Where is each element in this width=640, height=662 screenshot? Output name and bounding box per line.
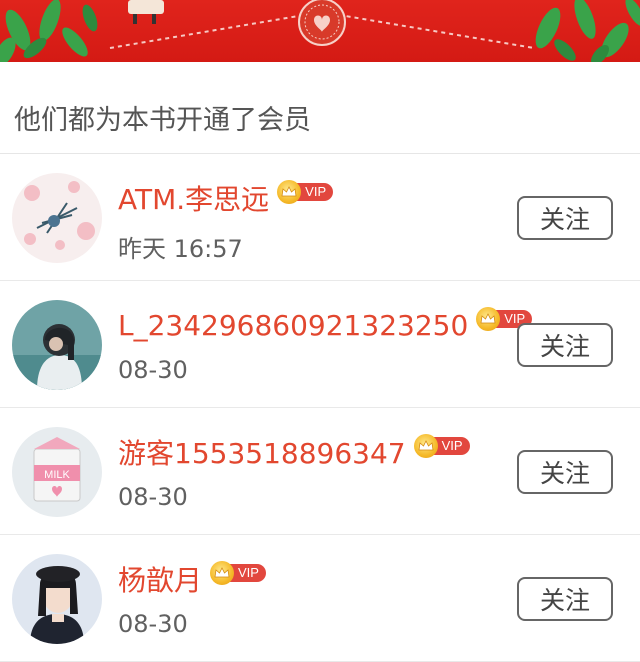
section-title: 他们都为本书开通了会员 (0, 62, 640, 154)
member-name[interactable]: ATM.李思远 (118, 178, 269, 218)
crown-icon (413, 434, 438, 458)
vip-badge: VIP (277, 180, 334, 204)
name-line: 游客1553518896347 VIP (118, 432, 470, 472)
avatar-image-milk-carton: MILK (12, 427, 102, 517)
member-date: 08-30 (118, 356, 188, 384)
avatar-image-blossom (12, 173, 102, 263)
avatar[interactable]: MILK (12, 427, 102, 517)
name-line: ATM.李思远 VIP (118, 178, 334, 218)
avatar-image-girl-beret (12, 554, 102, 644)
follow-button[interactable]: 关注 (517, 323, 613, 367)
crown-icon (277, 180, 302, 204)
member-name[interactable]: 游客1553518896347 (118, 432, 406, 472)
member-name[interactable]: L_234296860921323250 (118, 309, 468, 342)
follow-button[interactable]: 关注 (517, 196, 613, 240)
list-item[interactable]: MILK 游客1553518896347 VIP 08-30 关注 (0, 408, 640, 535)
member-name[interactable]: 杨歆月 (118, 559, 202, 599)
avatar[interactable] (12, 173, 102, 263)
member-list: ATM.李思远 VIP 昨天 16:57 关注 L_23429686092132… (0, 154, 640, 662)
avatar-image-girl-teal (12, 300, 102, 390)
avatar-milk-text: MILK (44, 469, 70, 481)
member-date: 08-30 (118, 610, 188, 638)
banner-decoration (0, 0, 640, 62)
list-item[interactable]: ATM.李思远 VIP 昨天 16:57 关注 (0, 154, 640, 281)
follow-button[interactable]: 关注 (517, 577, 613, 621)
top-banner (0, 0, 640, 62)
list-item[interactable]: L_234296860921323250 VIP 08-30 关注 (0, 281, 640, 408)
name-line: L_234296860921323250 VIP (118, 305, 533, 345)
vip-badge: VIP (210, 561, 266, 585)
follow-button[interactable]: 关注 (517, 450, 613, 494)
vip-badge: VIP (413, 434, 470, 458)
avatar[interactable] (12, 300, 102, 390)
crown-icon (210, 561, 235, 585)
list-item[interactable]: 杨歆月 VIP 08-30 关注 (0, 535, 640, 662)
avatar[interactable] (12, 554, 102, 644)
name-line: 杨歆月 VIP (118, 559, 266, 599)
member-date: 昨天 16:57 (118, 235, 243, 263)
member-date: 08-30 (118, 483, 188, 511)
